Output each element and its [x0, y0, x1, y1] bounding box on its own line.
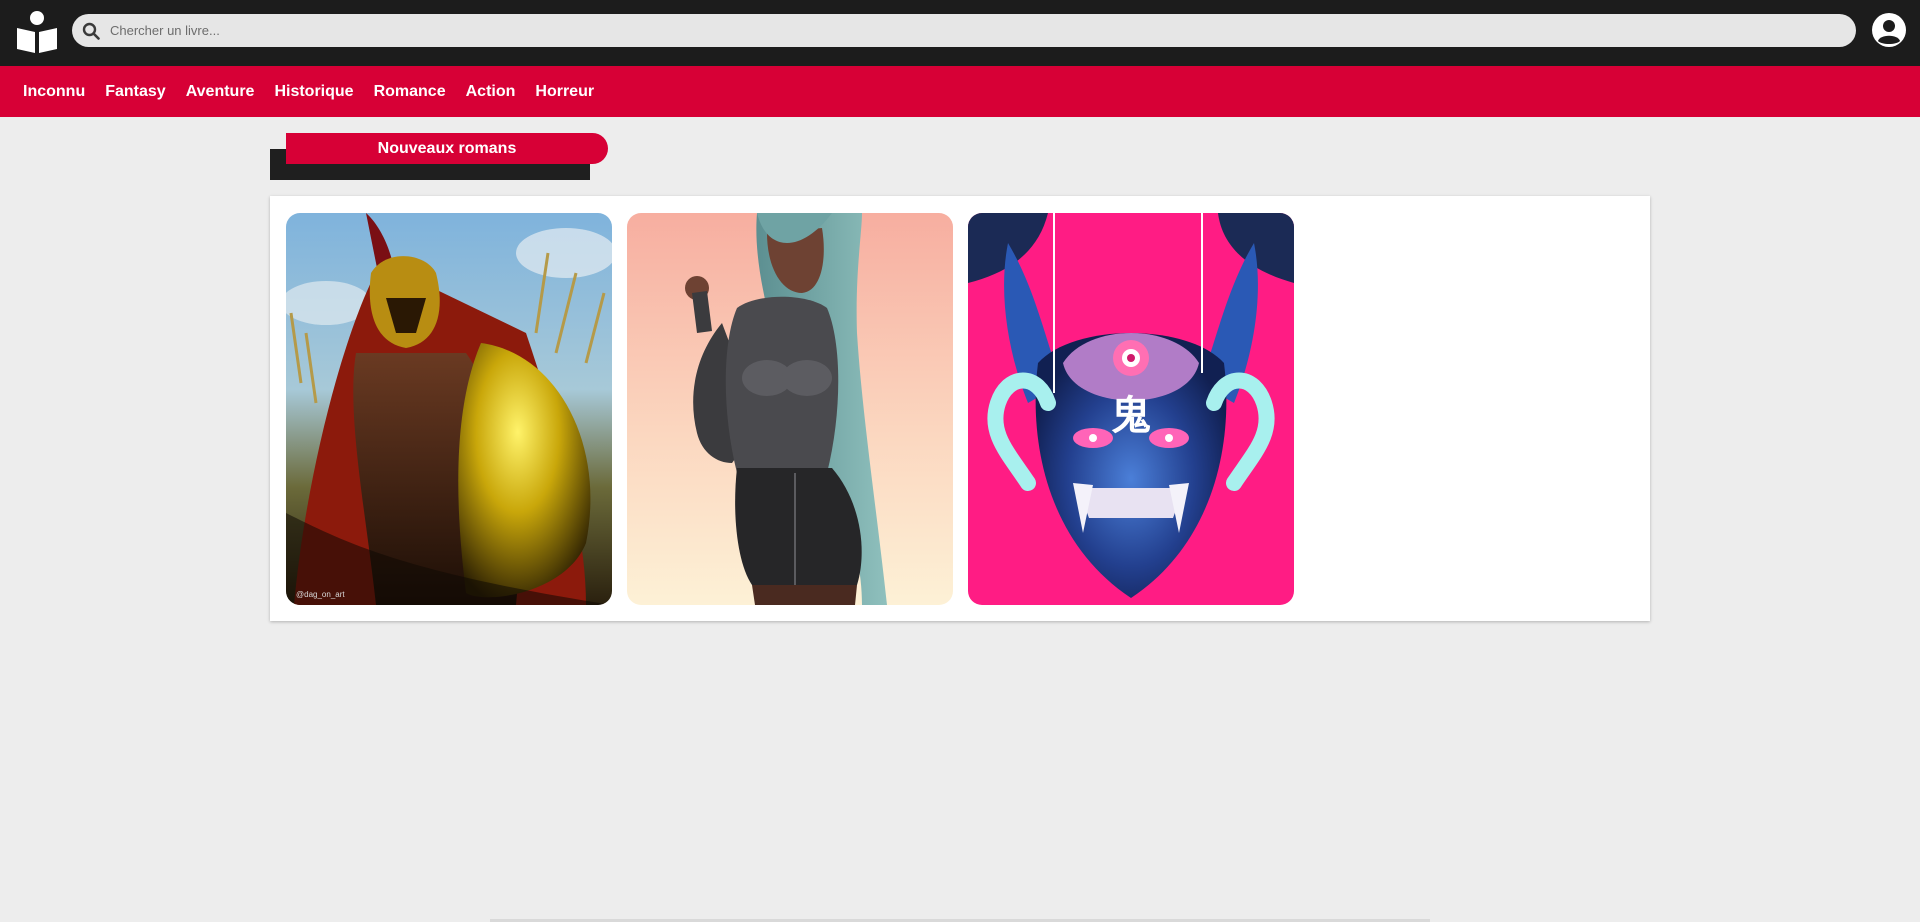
section-title: Nouveaux romans — [286, 133, 608, 164]
nav-item-aventure[interactable]: Aventure — [186, 83, 255, 101]
book-card[interactable]: 鬼 — [968, 213, 1294, 605]
section-header: Nouveaux romans — [270, 133, 608, 181]
nav-item-fantasy[interactable]: Fantasy — [105, 83, 165, 101]
cover-overlay-text: 鬼 — [1111, 393, 1151, 439]
new-novels-panel: @dag_on_art 鬼 — [270, 196, 1650, 621]
genre-nav: Inconnu Fantasy Aventure Historique Roma… — [0, 66, 1920, 117]
book-card[interactable] — [627, 213, 953, 605]
nav-item-action[interactable]: Action — [466, 83, 516, 101]
nav-item-inconnu[interactable]: Inconnu — [23, 83, 85, 101]
nav-item-horreur[interactable]: Horreur — [535, 83, 594, 101]
artist-watermark: @dag_on_art — [296, 590, 345, 599]
top-bar — [0, 0, 1920, 66]
nav-item-historique[interactable]: Historique — [274, 83, 353, 101]
user-circle-icon[interactable] — [1871, 12, 1907, 48]
search-input[interactable] — [110, 23, 1810, 38]
search-icon — [82, 22, 100, 40]
spartan-warrior-cover-image — [286, 213, 612, 605]
book-card[interactable]: @dag_on_art — [286, 213, 612, 605]
teal-haired-woman-cover-image — [627, 213, 953, 605]
book-reader-logo-icon[interactable] — [14, 9, 60, 55]
nav-item-romance[interactable]: Romance — [374, 83, 446, 101]
search-bar[interactable] — [72, 14, 1856, 47]
